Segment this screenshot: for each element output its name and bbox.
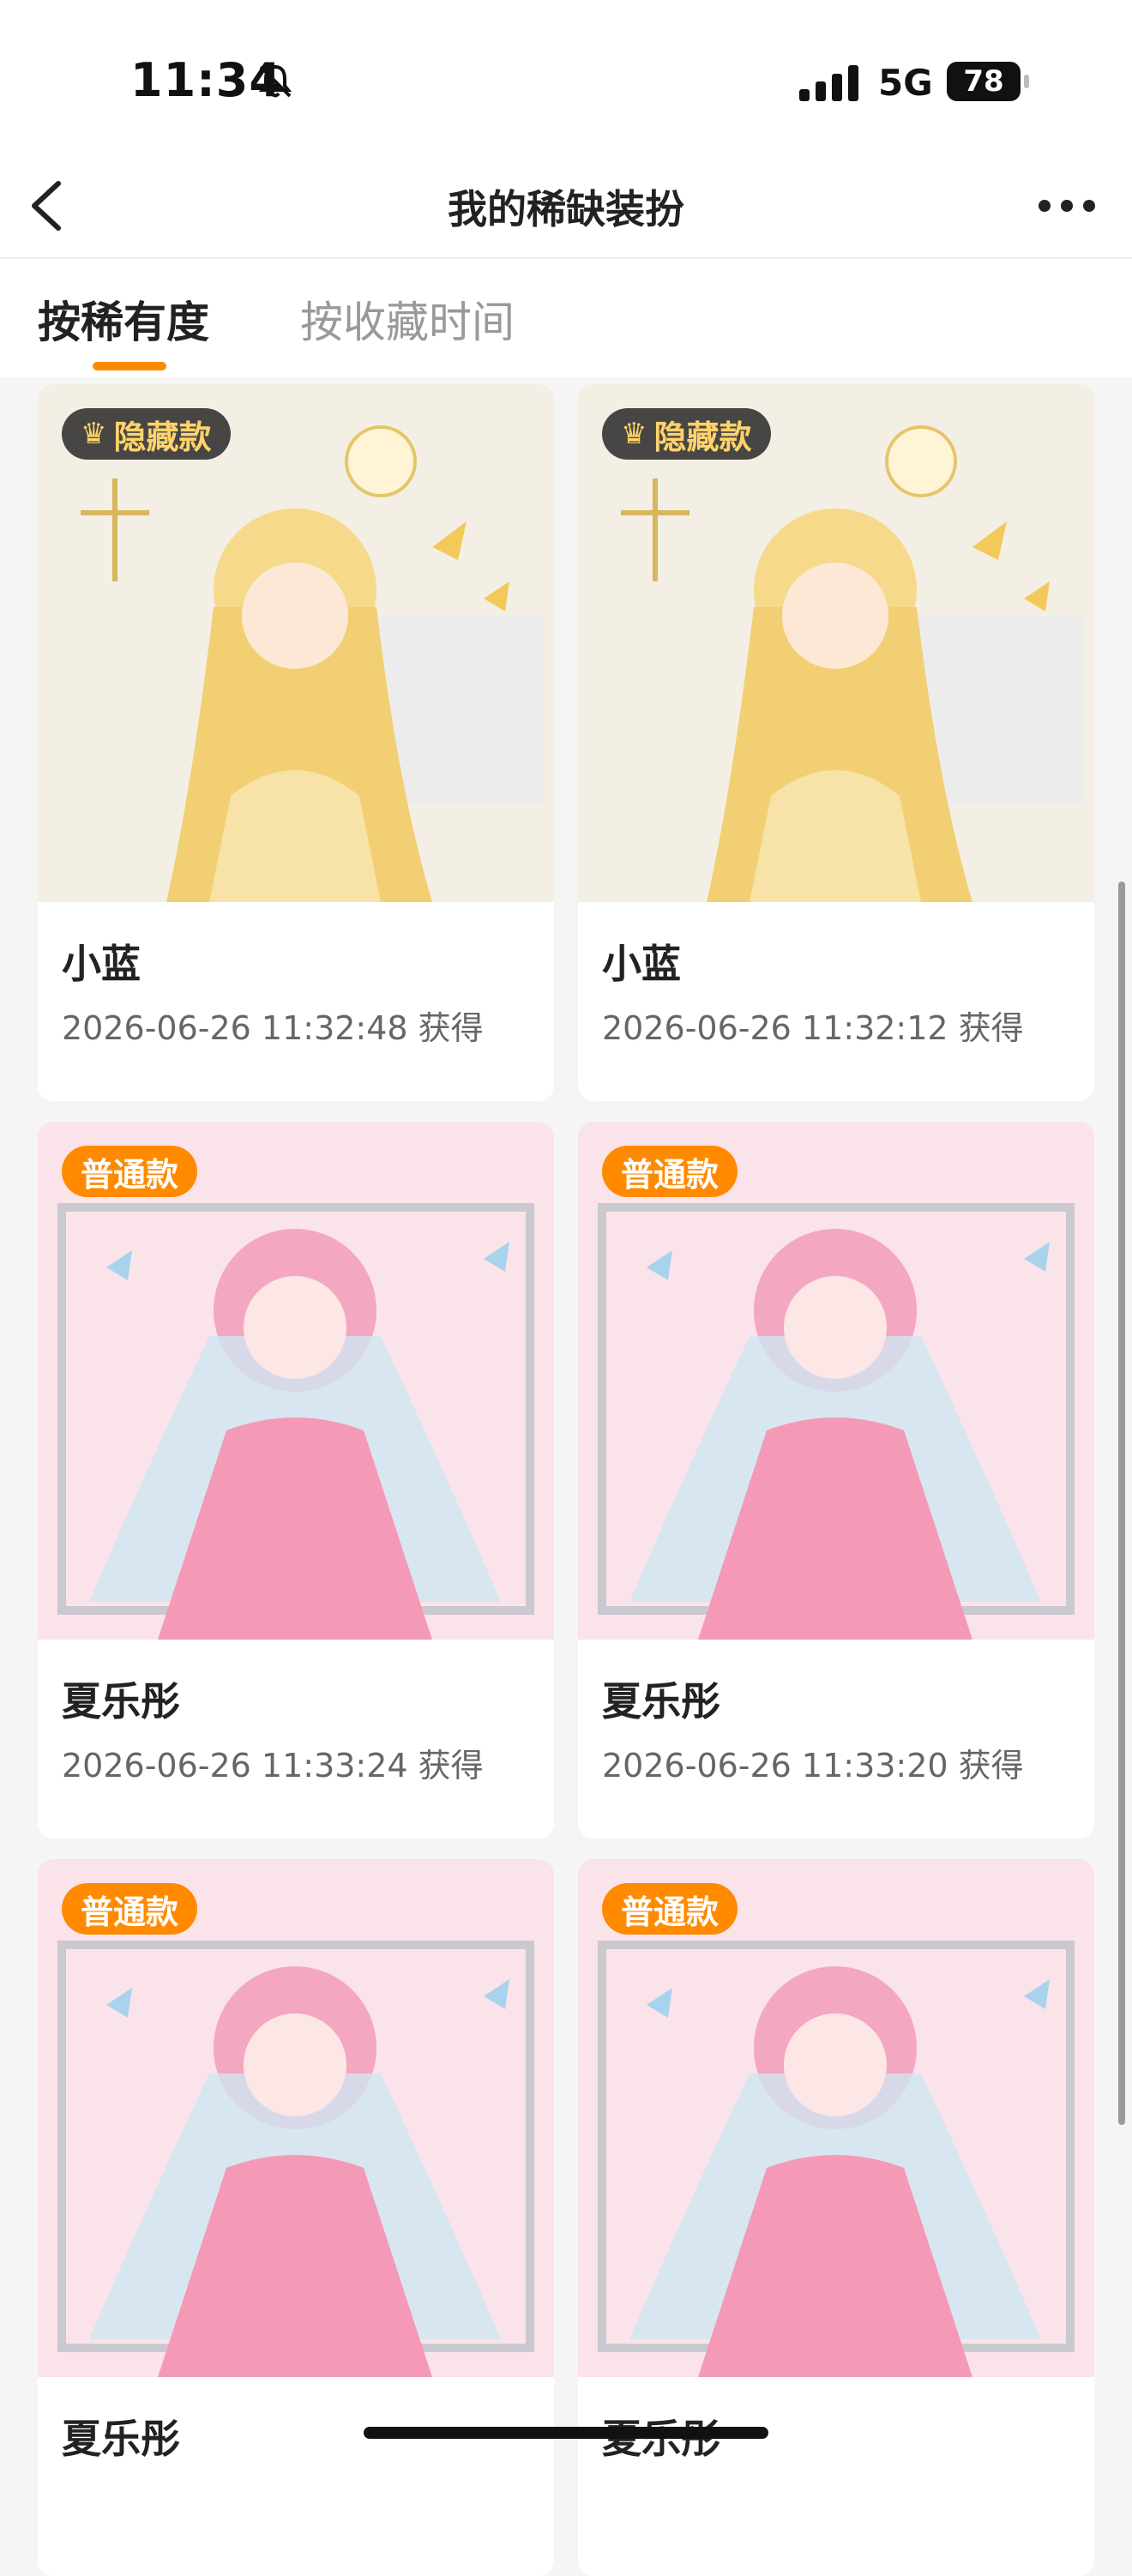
navigation-bar: 我的稀缺装扮	[0, 154, 1132, 259]
outfit-name: 夏乐彤	[62, 1678, 180, 1724]
badge-label: 普通款	[81, 1893, 179, 1931]
tab-by-collect-time[interactable]: 按收藏时间	[300, 288, 515, 350]
badge-label: 隐藏款	[653, 418, 752, 456]
golden-girl-artwork	[578, 384, 1094, 902]
rarity-badge: 普通款	[602, 1883, 738, 1935]
outfit-image: ♛ 隐藏款	[38, 384, 554, 902]
more-options-icon[interactable]	[1033, 182, 1101, 230]
pink-girl-artwork	[578, 1859, 1094, 2377]
collection-grid: ♛ 隐藏款 小蓝 2026-06-26 11:32:48 获得 ♛ 隐藏款 小蓝…	[0, 377, 1132, 2576]
badge-label: 隐藏款	[113, 418, 212, 456]
rarity-badge: ♛ 隐藏款	[62, 408, 231, 460]
outfit-image: 普通款	[38, 1122, 554, 1640]
battery-indicator: 78	[947, 62, 1029, 101]
obtained-date: 2026-06-26 11:33:20 获得	[602, 1747, 1024, 1785]
pink-girl-artwork	[38, 1859, 554, 2377]
network-type: 5G	[878, 62, 933, 104]
outfit-card[interactable]: ♛ 隐藏款 小蓝 2026-06-26 11:32:12 获得	[578, 384, 1094, 1101]
outfit-name: 夏乐彤	[602, 1678, 720, 1724]
scrollbar[interactable]	[1118, 882, 1125, 2125]
outfit-image: ♛ 隐藏款	[578, 384, 1094, 902]
rarity-badge: 普通款	[62, 1146, 198, 1197]
obtained-date: 2026-06-26 11:33:24 获得	[62, 1747, 484, 1785]
outfit-name: 夏乐彤	[62, 2416, 180, 2462]
tab-by-rarity[interactable]: 按稀有度	[38, 288, 209, 350]
obtained-date: 2026-06-26 11:32:12 获得	[602, 1009, 1024, 1047]
rarity-badge: ♛ 隐藏款	[602, 408, 771, 460]
outfit-card[interactable]: 普通款 夏乐彤 2026-06-26 11:33:20 获得	[578, 1122, 1094, 1839]
outfit-image: 普通款	[578, 1859, 1094, 2377]
golden-girl-artwork	[38, 384, 554, 902]
outfit-image: 普通款	[578, 1122, 1094, 1640]
crown-icon: ♛	[81, 417, 107, 451]
crown-icon: ♛	[621, 417, 647, 451]
pink-girl-artwork	[38, 1122, 554, 1640]
outfit-card[interactable]: 普通款 夏乐彤	[38, 1859, 554, 2576]
rarity-badge: 普通款	[62, 1883, 198, 1935]
badge-label: 普通款	[621, 1155, 720, 1194]
sort-tabs: 按稀有度 按收藏时间	[0, 259, 1132, 377]
outfit-name: 小蓝	[62, 941, 141, 987]
page-title: 我的稀缺装扮	[448, 186, 684, 232]
status-bar: 11:34 5G 78	[0, 0, 1132, 154]
pink-girl-artwork	[578, 1122, 1094, 1640]
rarity-badge: 普通款	[602, 1146, 738, 1197]
active-tab-indicator	[93, 362, 166, 370]
outfit-card[interactable]: 普通款 夏乐彤	[578, 1859, 1094, 2576]
cell-signal-icon	[799, 65, 858, 101]
outfit-card[interactable]: ♛ 隐藏款 小蓝 2026-06-26 11:32:48 获得	[38, 384, 554, 1101]
badge-label: 普通款	[621, 1893, 720, 1931]
obtained-date: 2026-06-26 11:32:48 获得	[62, 1009, 484, 1047]
outfit-name: 小蓝	[602, 941, 681, 987]
home-indicator[interactable]	[364, 2427, 768, 2439]
silent-bell-icon	[258, 64, 292, 98]
outfit-card[interactable]: 普通款 夏乐彤 2026-06-26 11:33:24 获得	[38, 1122, 554, 1839]
badge-label: 普通款	[81, 1155, 179, 1194]
outfit-image: 普通款	[38, 1859, 554, 2377]
